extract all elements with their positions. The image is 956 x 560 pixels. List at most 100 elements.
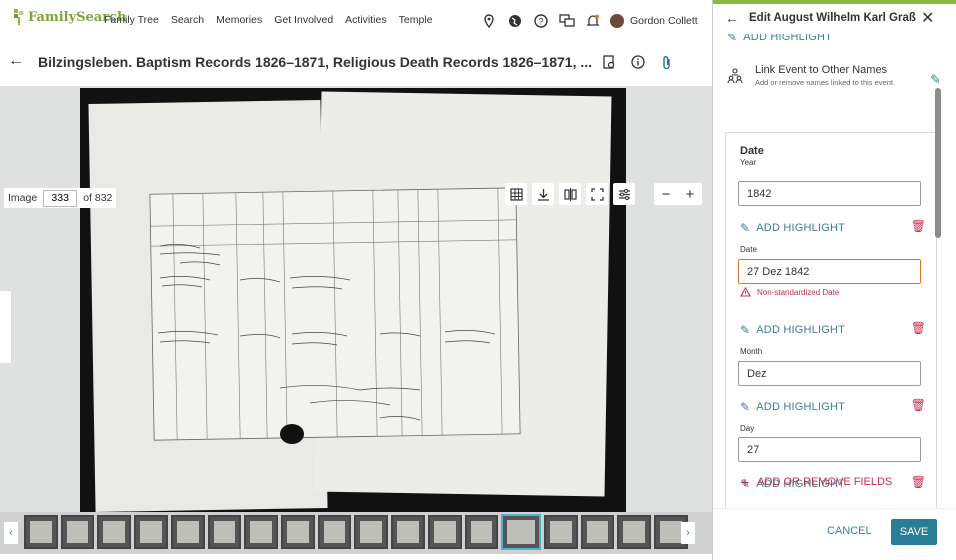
day-input[interactable]: 27 [738,437,921,462]
add-highlight-button-year[interactable]: ✎ ADD HIGHLIGHT [740,221,845,235]
image-number-input[interactable] [43,189,78,207]
attachment-icon[interactable] [659,54,675,70]
add-highlight-label: ADD HIGHLIGHT [756,324,846,336]
thumbnail-list [24,514,688,551]
thumbnail[interactable] [170,515,205,549]
viewer-toolbar [505,183,640,205]
thumbnail[interactable] [354,515,389,549]
nav-activities[interactable]: Activities [345,14,386,26]
link-event-subtitle: Add or remove names linked to this event… [755,78,896,87]
link-event-row[interactable]: Link Event to Other Names Add or remove … [721,64,939,102]
zoom-controls: − + [654,183,702,205]
notifications-icon[interactable] [582,11,604,31]
filmstrip: ‹ › [0,512,712,554]
thumbnail-selected[interactable] [501,514,542,550]
thumbnail[interactable] [134,515,168,549]
info-icon[interactable] [630,54,646,70]
close-icon[interactable]: ✕ [921,8,934,28]
thumbnail[interactable] [544,515,578,549]
add-highlight-button-top[interactable]: ✎ ADD HIGHLIGHT [727,34,832,44]
pencil-icon[interactable]: ✎ [930,72,939,88]
warning-text: Non-standardized Date [757,287,840,297]
section-title: Date [740,145,764,157]
thumbnail[interactable] [97,515,132,549]
record-image[interactable] [80,88,626,516]
svg-text:?: ? [538,17,543,27]
globe-icon[interactable] [504,11,526,31]
add-highlight-button-date[interactable]: ✎ ADD HIGHLIGHT [740,323,845,337]
user-name: Gordon Collett [630,15,698,27]
image-label: Image [8,192,38,204]
zoom-out-button[interactable]: − [662,186,671,203]
link-event-title: Link Event to Other Names [755,64,888,76]
main-menu: Family Tree Search Memories Get Involved… [104,14,444,26]
nav-memories[interactable]: Memories [216,14,262,26]
year-label: Year [740,158,757,167]
month-label: Month [740,347,763,356]
year-input[interactable]: 1842 [738,181,921,206]
thumbnail[interactable] [317,515,352,549]
image-viewer-pane: FamilySearch Family Tree Search Memories… [0,0,712,560]
highlight-pen-icon: ✎ [727,34,738,44]
filmstrip-next-button[interactable]: › [681,522,695,544]
trash-icon[interactable]: 🗑 [911,219,926,233]
date-label: Date [740,245,757,254]
month-input[interactable]: Dez [738,361,921,386]
thumbnail[interactable] [207,515,242,549]
panel-title: Edit August Wilhelm Karl Graß [749,12,916,24]
add-remove-fields-label: ADD OR REMOVE FIELDS [757,476,893,488]
adjust-icon[interactable] [613,183,635,205]
fullscreen-icon[interactable] [586,183,608,205]
thumbnail[interactable] [427,515,462,549]
user-menu[interactable]: Gordon Collett [610,14,698,28]
day-label: Day [740,424,755,433]
image-number-control: Image of 832 [4,188,117,208]
help-icon[interactable]: ? [530,11,552,31]
thumbnail[interactable] [580,515,615,549]
tree-logo-icon [14,9,23,25]
date-input[interactable]: 27 Dez 1842 [738,259,921,284]
panel-scrollbar[interactable] [935,88,941,238]
thumbnail[interactable] [617,515,652,549]
trash-icon[interactable]: 🗑 [911,398,926,412]
zoom-in-button[interactable]: + [686,186,695,203]
thumbnail[interactable] [60,515,95,549]
add-highlight-label: ADD HIGHLIGHT [743,34,833,43]
panel-scroll-area[interactable]: ✎ ADD HIGHLIGHT Link Event to Other Name… [713,34,939,508]
save-button[interactable]: SAVE [891,519,937,545]
nav-utility-icons: ? Gordon Collett [478,11,698,31]
nav-get-involved[interactable]: Get Involved [274,14,333,26]
nav-family-tree[interactable]: Family Tree [104,14,159,26]
top-navigation: FamilySearch Family Tree Search Memories… [0,0,712,42]
panel-footer: CANCEL SAVE [713,508,956,560]
cancel-button[interactable]: CANCEL [827,525,872,537]
back-arrow-icon[interactable]: ← [725,10,739,26]
location-pin-icon[interactable] [478,11,500,31]
nav-search[interactable]: Search [171,14,204,26]
thumbnail[interactable] [24,515,58,549]
messages-icon[interactable] [556,11,578,31]
avatar [610,14,624,28]
plus-icon: + [741,474,750,490]
edit-panel: ← Edit August Wilhelm Karl Graß ✕ ✎ ADD … [712,0,956,560]
date-warning: Non-standardized Date [740,287,839,297]
nav-temple[interactable]: Temple [399,14,433,26]
document-search-icon[interactable] [601,54,617,70]
download-icon[interactable] [532,183,554,205]
grid-icon[interactable] [505,183,527,205]
panel-header: ← Edit August Wilhelm Karl Graß ✕ [713,4,956,34]
ledger-page-drawing [149,187,521,444]
trash-icon[interactable]: 🗑 [911,321,926,335]
compare-icon[interactable] [559,183,581,205]
thumbnail[interactable] [244,515,279,549]
filmstrip-prev-button[interactable]: ‹ [4,522,18,544]
thumbnail[interactable] [464,515,499,549]
thumbnail[interactable] [391,515,425,549]
add-highlight-button-month[interactable]: ✎ ADD HIGHLIGHT [740,400,845,414]
trash-icon[interactable]: 🗑 [911,475,926,489]
back-arrow-icon[interactable]: ← [8,52,24,70]
record-image-viewer[interactable]: Image of 832 − + [0,86,712,516]
side-panel-handle[interactable] [0,290,12,364]
add-remove-fields-button[interactable]: + ADD OR REMOVE FIELDS [741,474,892,490]
thumbnail[interactable] [281,515,315,549]
